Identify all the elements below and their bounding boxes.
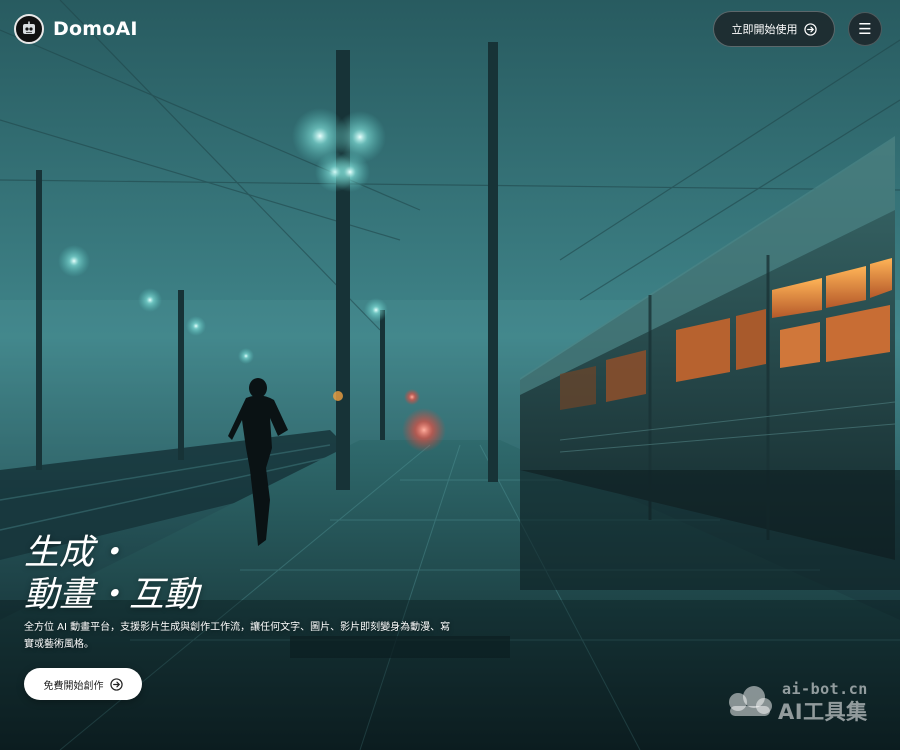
hamburger-menu-icon: ☰	[858, 20, 872, 38]
watermark-brand: AI工具集	[778, 700, 868, 724]
page: DomoAI 立即開始使用 ☰ 生成・ 動畫・互動 全方位 AI 動畫平台，支援…	[0, 0, 900, 750]
menu-button[interactable]: ☰	[848, 12, 882, 46]
hero-title: 生成・ 動畫・互動	[24, 532, 199, 616]
start-now-label: 立即開始使用	[731, 23, 798, 36]
hero-description: 全方位 AI 動畫平台，支援影片生成與創作工作流，讓任何文字、圖片、影片即刻變身…	[24, 622, 451, 650]
watermark: ai-bot.cn AI工具集	[724, 680, 884, 724]
brand-name: DomoAI	[53, 18, 138, 40]
watermark-logo-icon	[729, 686, 772, 716]
top-navigation: DomoAI 立即開始使用 ☰	[0, 0, 900, 60]
hero-title-line-1: 生成・	[24, 533, 130, 573]
start-creating-free-button[interactable]: 免費開始創作	[24, 668, 142, 700]
start-now-button[interactable]: 立即開始使用	[713, 11, 835, 47]
arrow-right-circle-icon	[109, 677, 123, 691]
brand-logo[interactable]: DomoAI	[14, 14, 138, 44]
hero-title-line-2: 動畫・互動	[24, 575, 200, 615]
start-creating-free-label: 免費開始創作	[43, 680, 104, 692]
arrow-right-circle-icon	[803, 22, 817, 36]
robot-logo-icon	[14, 14, 44, 44]
